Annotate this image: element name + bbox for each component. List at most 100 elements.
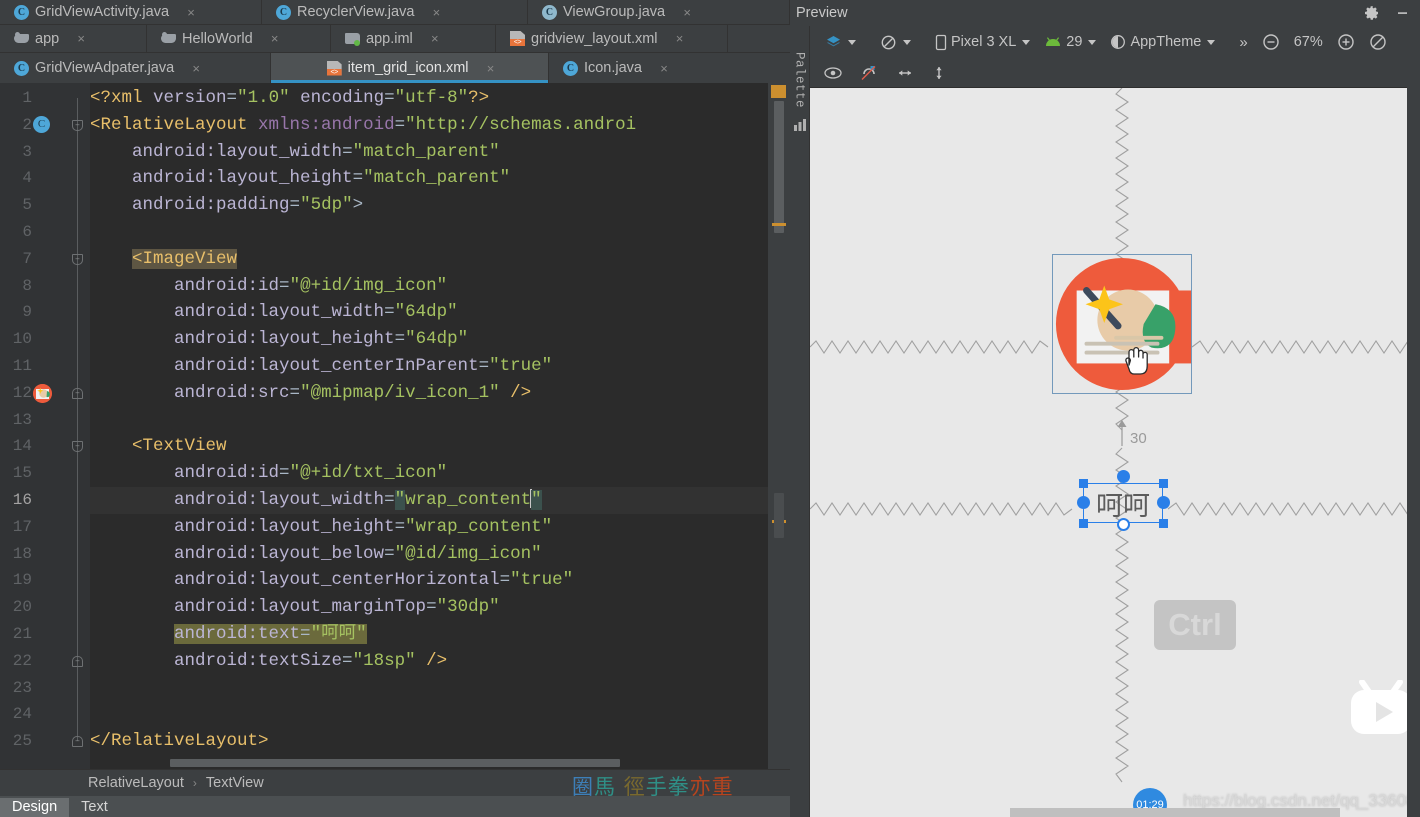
theme-selector[interactable]: AppTheme (1103, 32, 1222, 52)
code-line[interactable]: android:layout_marginTop="30dp" (90, 594, 500, 621)
tab-gridviewactivity-java[interactable]: GridViewActivity.java × (0, 0, 262, 24)
code-line[interactable]: android:text="呵呵" (90, 621, 367, 648)
code-line[interactable]: android:layout_width="64dp" (90, 299, 458, 326)
design-canvas[interactable]: 30 呵呵 Ctrl 01:29 https://blog.csdn.net/q… (810, 88, 1420, 817)
api-selector[interactable]: 29 (1037, 32, 1103, 52)
constraint-anchor-right[interactable] (1157, 496, 1170, 509)
tab-helloworld[interactable]: HelloWorld × (147, 25, 331, 52)
palette-rail[interactable]: Palette (790, 26, 810, 817)
line-number: 16 (12, 491, 32, 509)
code-text-area[interactable]: <?xml version="1.0" encoding="utf-8"?> <R… (90, 83, 790, 769)
horizontal-resize-icon[interactable] (896, 66, 914, 80)
tab-icon-java[interactable]: Icon.java × (549, 53, 790, 83)
tab-design[interactable]: Design (0, 798, 70, 817)
breadcrumb-item-relativelayout[interactable]: RelativeLayout (88, 775, 184, 791)
zoom-out-button[interactable] (1255, 31, 1287, 53)
tab-close-icon[interactable]: × (674, 31, 686, 46)
code-line[interactable]: android:layout_centerInParent="true" (90, 353, 552, 380)
tab-app[interactable]: app × (0, 25, 147, 52)
code-line[interactable]: </RelativeLayout> (90, 728, 269, 755)
code-line[interactable]: <ImageView (90, 246, 238, 273)
constraint-anchor-left[interactable] (1077, 496, 1090, 509)
editor-horizontal-scrollbar[interactable] (90, 757, 768, 769)
line-number: 19 (12, 571, 32, 590)
code-fold-toggle[interactable]: – (72, 119, 83, 131)
tab-label: GridViewActivity.java (35, 4, 170, 20)
code-fold-toggle[interactable]: – (72, 253, 83, 265)
code-line[interactable]: android:layout_below="@id/img_icon" (90, 541, 542, 568)
zoom-fit-button[interactable] (1362, 31, 1394, 53)
tab-viewgroup-java[interactable]: ViewGroup.java × (528, 0, 790, 24)
tab-gridview-layout-xml[interactable]: gridview_layout.xml × (496, 25, 728, 52)
code-fold-toggle[interactable]: – (72, 736, 83, 748)
tab-text[interactable]: Text (69, 798, 120, 817)
code-editor[interactable]: 1 2–3 4 5 6 7–8 9 10 11 12–13 14–15 16 17 18 19 20 21 22–… (0, 83, 790, 769)
tab-gridviewadpater-java[interactable]: GridViewAdpater.java × (0, 53, 272, 83)
tab-label: item_grid_icon.xml (347, 60, 469, 76)
code-line[interactable]: <RelativeLayout xmlns:android="http://sc… (90, 112, 636, 139)
code-line[interactable]: android:id="@+id/txt_icon" (90, 460, 447, 487)
tab-close-icon[interactable]: × (430, 5, 442, 20)
mipmap-preview-icon[interactable] (33, 383, 52, 403)
resize-handle-bottom-left[interactable] (1079, 519, 1088, 528)
palette-label[interactable]: Palette (793, 52, 807, 108)
tab-close-icon[interactable]: × (185, 5, 197, 20)
line-number: 7 (22, 249, 32, 268)
code-fold-toggle[interactable]: – (72, 655, 83, 667)
code-line[interactable]: android:layout_height="match_parent" (90, 165, 510, 192)
tab-close-icon[interactable]: × (75, 31, 87, 46)
code-line[interactable]: <TextView (90, 433, 227, 460)
snap-magnet-icon[interactable] (860, 65, 878, 81)
zoom-in-button[interactable] (1330, 31, 1362, 53)
orientation-button[interactable] (873, 32, 918, 53)
tab-close-icon[interactable]: × (269, 31, 281, 46)
tab-item-grid-icon-xml[interactable]: item_grid_icon.xml × (271, 53, 549, 83)
visibility-eye-icon[interactable] (824, 66, 842, 80)
tab-recyclerview-java[interactable]: RecyclerView.java × (262, 0, 528, 24)
code-line[interactable]: android:id="@+id/img_icon" (90, 273, 447, 300)
editor-vertical-scrollbar[interactable] (768, 83, 790, 769)
code-line[interactable]: android:layout_height="64dp" (90, 326, 468, 353)
code-line[interactable]: android:padding="5dp"> (90, 192, 363, 219)
canvas-horizontal-scrollbar[interactable] (1010, 808, 1340, 817)
code-line[interactable]: android:layout_width="match_parent" (90, 139, 500, 166)
layers-button[interactable] (818, 32, 863, 53)
hscrollbar-thumb[interactable] (170, 759, 620, 767)
vertical-resize-icon[interactable] (932, 64, 946, 82)
breadcrumb-item-textview[interactable]: TextView (206, 775, 264, 791)
constraint-anchor-top[interactable] (1117, 470, 1130, 483)
tv-play-icon (1351, 680, 1411, 734)
class-marker-icon[interactable]: C (33, 115, 50, 133)
line-number: 6 (22, 223, 32, 241)
xml-layout-icon (326, 60, 342, 76)
margin-arrow-icon (1117, 420, 1127, 446)
tab-close-icon[interactable]: × (485, 61, 497, 76)
code-line[interactable]: android:src="@mipmap/iv_icon_1" /> (90, 380, 531, 407)
tab-close-icon[interactable]: × (190, 61, 202, 76)
tab-close-icon[interactable]: × (681, 5, 693, 20)
api-label: 29 (1066, 34, 1083, 50)
editor-tab-row-1: GridViewActivity.java × RecyclerView.jav… (0, 0, 790, 25)
chevron-down-icon (1088, 39, 1097, 45)
scrollbar-thumb-secondary[interactable] (774, 493, 784, 538)
text-view-widget[interactable]: 呵呵 (1083, 483, 1163, 523)
constraint-anchor-bottom[interactable] (1117, 518, 1130, 531)
toolbar-overflow-button[interactable]: » (1232, 32, 1254, 53)
code-fold-toggle[interactable]: – (72, 387, 83, 399)
scrollbar-thumb[interactable] (774, 101, 784, 233)
resize-handle-top-left[interactable] (1079, 479, 1088, 488)
code-fold-line (77, 98, 78, 742)
code-line[interactable]: android:layout_centerHorizontal="true" (90, 567, 573, 594)
code-line[interactable]: android:layout_height="wrap_content" (90, 514, 552, 541)
device-selector[interactable]: Pixel 3 XL (928, 32, 1037, 53)
tab-close-icon[interactable]: × (429, 31, 441, 46)
tab-close-icon[interactable]: × (658, 61, 670, 76)
resize-handle-top-right[interactable] (1159, 479, 1168, 488)
tab-app-iml[interactable]: app.iml × (331, 25, 496, 52)
resize-handle-bottom-right[interactable] (1159, 519, 1168, 528)
code-line[interactable]: android:layout_width="wrap_content" (90, 487, 542, 514)
code-fold-toggle[interactable]: – (72, 441, 83, 453)
code-line[interactable]: <?xml version="1.0" encoding="utf-8"?> (90, 85, 489, 112)
gear-icon[interactable] (1364, 5, 1380, 21)
code-line[interactable]: android:textSize="18sp" /> (90, 648, 447, 675)
